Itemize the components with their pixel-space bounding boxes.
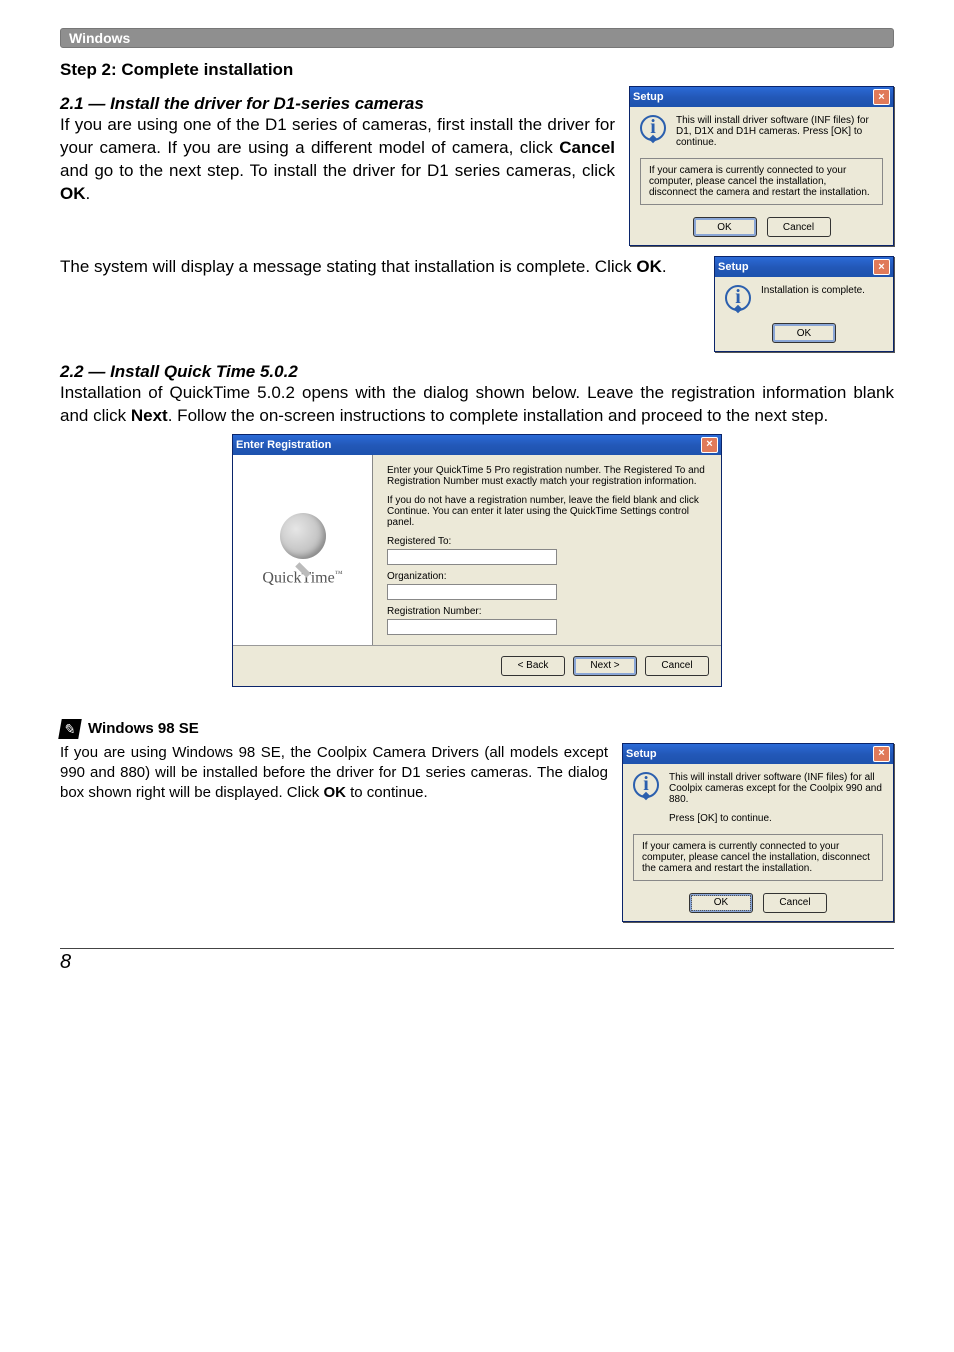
dialog-inset-note: If your camera is currently connected to… (640, 158, 883, 205)
close-icon[interactable]: × (873, 259, 890, 275)
dialog-inset-note: If your camera is currently connected to… (633, 834, 883, 881)
text-run: . (662, 257, 667, 276)
dialog-titlebar: Setup × (715, 257, 893, 277)
cancel-button[interactable]: Cancel (645, 656, 709, 676)
text-run: QuickTime (262, 569, 334, 586)
pencil-icon: ✎ (58, 719, 82, 739)
ok-text-bold: OK (636, 257, 662, 276)
qt-para-1: Enter your QuickTime 5 Pro registration … (387, 465, 707, 487)
close-icon[interactable]: × (873, 746, 890, 762)
cancel-button[interactable]: Cancel (763, 893, 827, 913)
substep-2-2-body: Installation of QuickTime 5.0.2 opens wi… (60, 382, 894, 428)
callout-header: ✎ Windows 98 SE (60, 719, 894, 739)
next-button[interactable]: Next > (573, 656, 637, 676)
dialog-message: Installation is complete. (761, 285, 865, 296)
quicktime-registration-dialog: Enter Registration × QuickTime™ Enter yo… (232, 434, 722, 687)
section-banner: Windows (60, 28, 894, 48)
label-registration-number: Registration Number: (387, 606, 707, 617)
ok-text-bold: OK (323, 784, 346, 801)
next-text-bold: Next (131, 406, 168, 425)
text-run: If you are using one of the D1 series of… (60, 115, 615, 157)
label-organization: Organization: (387, 571, 707, 582)
back-button[interactable]: < Back (501, 656, 565, 676)
cancel-text-bold: Cancel (559, 138, 615, 157)
info-icon: i (725, 285, 751, 311)
setup-dialog-1: Setup × i This will install driver softw… (629, 86, 894, 246)
text-run: to continue. (346, 784, 428, 801)
ok-text-bold: OK (60, 184, 86, 203)
dialog-title-text: Enter Registration (236, 439, 331, 451)
setup-dialog-2: Setup × i Installation is complete. OK (714, 256, 894, 352)
organization-input[interactable] (387, 584, 557, 600)
dialog-title-text: Setup (626, 748, 657, 760)
dialog-title-text: Setup (633, 91, 664, 103)
registered-to-input[interactable] (387, 549, 557, 565)
info-icon: i (640, 115, 666, 141)
qt-para-2: If you do not have a registration number… (387, 495, 707, 528)
info-icon: i (633, 772, 659, 798)
dialog-titlebar: Setup × (623, 744, 893, 764)
quicktime-logo-icon (280, 513, 326, 559)
label-registered-to: Registered To: (387, 536, 707, 547)
callout-body: If you are using Windows 98 SE, the Cool… (60, 743, 608, 804)
dialog-message-line2: Press [OK] to continue. (669, 813, 883, 824)
ok-button[interactable]: OK (693, 217, 757, 237)
trademark-symbol: ™ (335, 569, 343, 578)
close-icon[interactable]: × (701, 437, 718, 453)
dialog-message: This will install driver software (INF f… (676, 115, 883, 148)
dialog-titlebar: Enter Registration × (233, 435, 721, 455)
step-title: Step 2: Complete installation (60, 60, 894, 80)
cancel-button[interactable]: Cancel (767, 217, 831, 237)
substep-2-1-body: If you are using one of the D1 series of… (60, 114, 615, 206)
substep-2-2-title: 2.2 — Install Quick Time 5.0.2 (60, 362, 894, 382)
setup-dialog-3: Setup × i This will install driver softw… (622, 743, 894, 922)
callout-label: Windows 98 SE (88, 720, 199, 737)
text-run: . Follow the on-screen instructions to c… (168, 406, 829, 425)
dialog-message-line1: This will install driver software (INF f… (669, 772, 883, 805)
middle-paragraph: The system will display a message statin… (60, 256, 700, 279)
text-run: The system will display a message statin… (60, 257, 636, 276)
registration-number-input[interactable] (387, 619, 557, 635)
substep-2-1-title: 2.1 — Install the driver for D1-series c… (60, 94, 615, 114)
ok-button[interactable]: OK (772, 323, 836, 343)
page-number: 8 (60, 948, 894, 974)
dialog-title-text: Setup (718, 261, 749, 273)
text-run: . (86, 184, 91, 203)
ok-button[interactable]: OK (689, 893, 753, 913)
close-icon[interactable]: × (873, 89, 890, 105)
dialog-titlebar: Setup × (630, 87, 893, 107)
text-run: and go to the next step. To install the … (60, 161, 615, 180)
